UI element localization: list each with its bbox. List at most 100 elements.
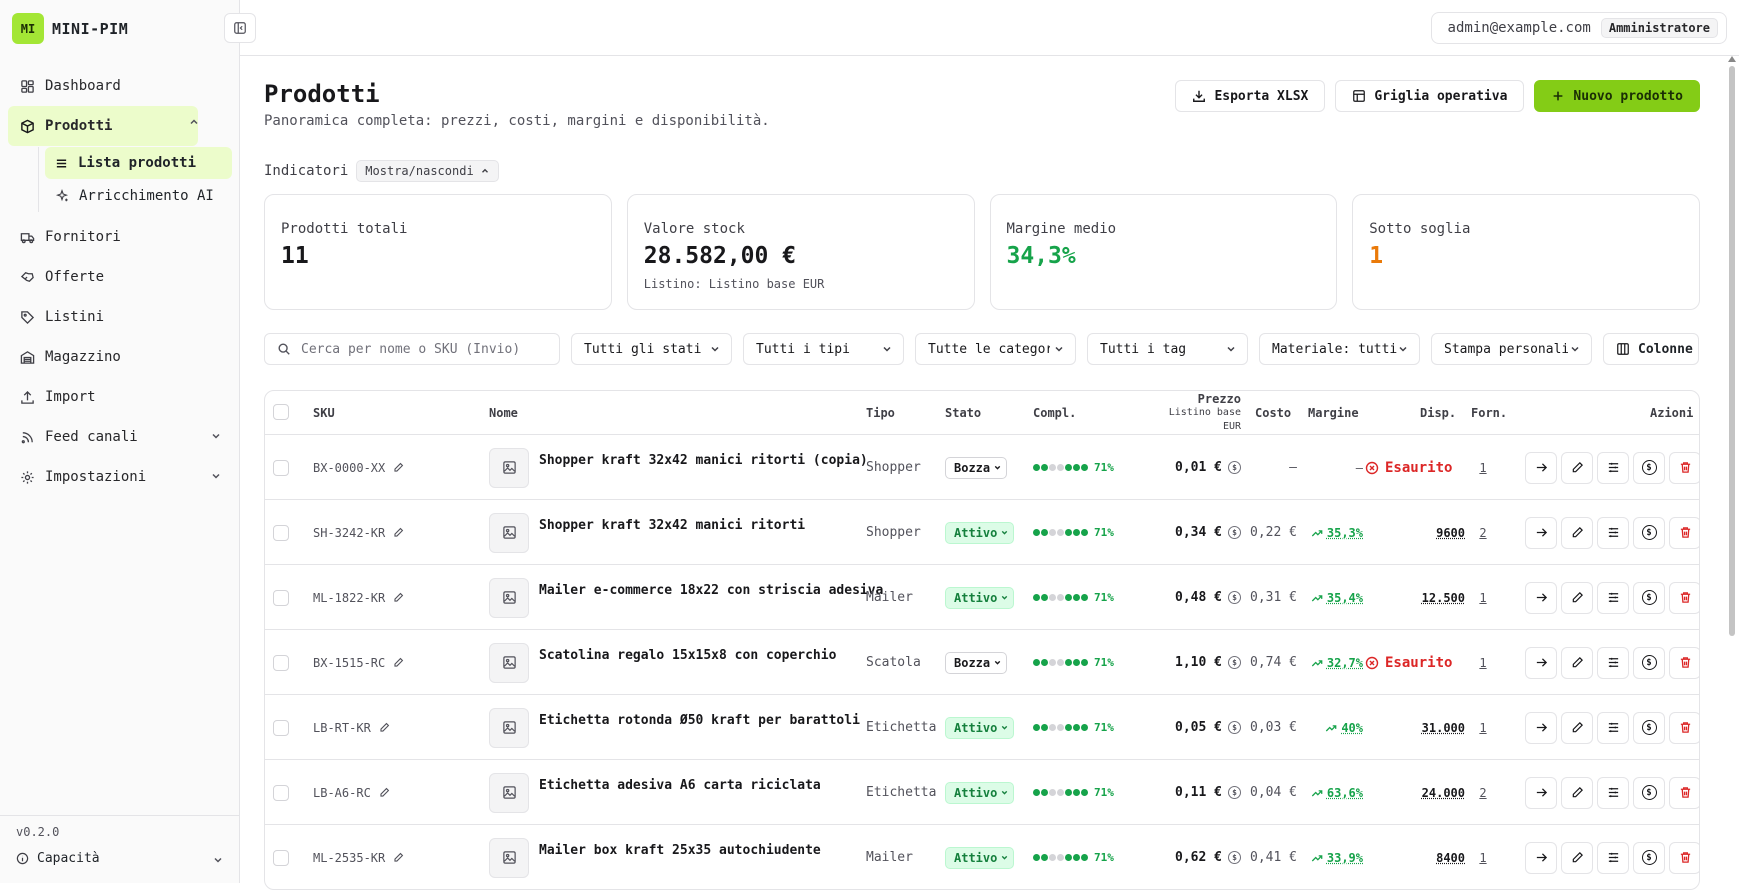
capacity-toggle[interactable]: Capacità <box>16 851 224 866</box>
row-checkbox[interactable] <box>273 630 289 695</box>
status-badge[interactable]: Attivo <box>945 522 1014 544</box>
suppliers-count[interactable]: 2 <box>1471 500 1495 565</box>
sidebar-item-feed-canali[interactable]: Feed canali <box>8 417 232 457</box>
row-checkbox[interactable] <box>273 695 289 760</box>
col-header-sku[interactable]: SKU <box>313 406 335 420</box>
pencil-icon[interactable] <box>393 462 404 473</box>
row-checkbox[interactable] <box>273 760 289 825</box>
open-button[interactable] <box>1525 712 1557 744</box>
status-badge[interactable]: Bozza <box>945 457 1007 479</box>
product-name[interactable]: Etichetta rotonda Ø50 kraft per barattol… <box>539 688 860 753</box>
open-button[interactable] <box>1525 517 1557 549</box>
sidebar-item-dashboard[interactable]: Dashboard <box>8 66 232 106</box>
product-thumbnail[interactable] <box>489 630 529 695</box>
pricing-button[interactable]: $ <box>1633 842 1665 874</box>
pencil-icon[interactable] <box>379 787 390 798</box>
delete-button[interactable] <box>1669 582 1700 614</box>
indicators-toggle[interactable]: Mostra/nascondi <box>356 160 498 182</box>
pencil-icon[interactable] <box>393 592 404 603</box>
delete-button[interactable] <box>1669 452 1700 484</box>
columns-button[interactable]: Colonne <box>1603 333 1699 365</box>
sidebar-collapse-button[interactable] <box>224 13 256 43</box>
table-row[interactable]: LB-RT-KR Etichetta rotonda Ø50 kraft per… <box>265 695 1699 760</box>
new-product-button[interactable]: Nuovo prodotto <box>1534 80 1700 112</box>
variants-button[interactable] <box>1597 842 1629 874</box>
product-thumbnail[interactable] <box>489 695 529 760</box>
status-badge[interactable]: Attivo <box>945 587 1014 609</box>
row-checkbox[interactable] <box>273 435 289 500</box>
margin-value[interactable]: 33,9% <box>1327 851 1363 865</box>
suppliers-count[interactable]: 1 <box>1471 825 1495 890</box>
suppliers-count[interactable]: 1 <box>1471 630 1495 695</box>
open-button[interactable] <box>1525 777 1557 809</box>
chevron-down-icon[interactable] <box>210 430 222 442</box>
pricing-button[interactable]: $ <box>1633 777 1665 809</box>
pricing-button[interactable]: $ <box>1633 452 1665 484</box>
stock-value[interactable]: 9600 <box>1436 526 1465 540</box>
edit-button[interactable] <box>1561 517 1593 549</box>
sidebar-subitem-arricchimento-ai[interactable]: Arricchimento AI <box>45 180 232 212</box>
product-thumbnail[interactable] <box>489 500 529 565</box>
open-button[interactable] <box>1525 582 1557 614</box>
scrollbar-thumb[interactable] <box>1729 66 1735 636</box>
edit-button[interactable] <box>1561 712 1593 744</box>
sidebar-item-offerte[interactable]: Offerte <box>8 257 232 297</box>
product-name[interactable]: Scatolina regalo 15x15x8 con coperchio <box>539 623 836 688</box>
table-row[interactable]: LB-A6-RC Etichetta adesiva A6 carta rici… <box>265 760 1699 825</box>
user-menu[interactable]: admin@example.com Amministratore <box>1431 12 1727 44</box>
variants-button[interactable] <box>1597 582 1629 614</box>
product-name[interactable]: Shopper kraft 32x42 manici ritorti (copi… <box>539 428 868 493</box>
edit-button[interactable] <box>1561 842 1593 874</box>
type-filter-select[interactable]: Tutti i tipi <box>743 333 904 365</box>
stock-value[interactable]: 31.000 <box>1422 721 1465 735</box>
col-header-costo[interactable]: Costo <box>1255 406 1291 420</box>
category-filter-select[interactable]: Tutte le categorie <box>915 333 1076 365</box>
tag-filter-select[interactable]: Tutti i tag <box>1087 333 1248 365</box>
delete-button[interactable] <box>1669 647 1700 679</box>
material-filter-select[interactable]: Materiale: tutti <box>1259 333 1420 365</box>
sidebar-item-prodotti[interactable]: Prodotti <box>8 106 198 146</box>
stock-value[interactable]: 24.000 <box>1422 786 1465 800</box>
status-badge[interactable]: Bozza <box>945 652 1007 674</box>
pencil-icon[interactable] <box>393 527 404 538</box>
delete-button[interactable] <box>1669 777 1700 809</box>
product-name[interactable]: Mailer box kraft 25x35 autochiudente <box>539 818 821 883</box>
col-header-prezzo[interactable]: Prezzo Listino base EUR <box>1145 392 1241 434</box>
col-header-stato[interactable]: Stato <box>945 406 981 420</box>
sidebar-item-fornitori[interactable]: Fornitori <box>8 217 232 257</box>
col-header-tipo[interactable]: Tipo <box>866 406 895 420</box>
variants-button[interactable] <box>1597 452 1629 484</box>
operational-grid-button[interactable]: Griglia operativa <box>1335 80 1524 112</box>
open-button[interactable] <box>1525 452 1557 484</box>
margin-value[interactable]: 63,6% <box>1327 786 1363 800</box>
search-input[interactable]: Cerca per nome o SKU (Invio) <box>264 333 560 365</box>
product-thumbnail[interactable] <box>489 435 529 500</box>
product-name[interactable]: Shopper kraft 32x42 manici ritorti <box>539 493 805 558</box>
edit-button[interactable] <box>1561 647 1593 679</box>
sidebar-subitem-lista-prodotti[interactable]: Lista prodotti <box>45 147 232 179</box>
scroll-up-icon[interactable] <box>1728 56 1736 62</box>
edit-button[interactable] <box>1561 777 1593 809</box>
col-header-forn[interactable]: Forn. <box>1471 406 1507 420</box>
export-xlsx-button[interactable]: Esporta XLSX <box>1175 80 1325 112</box>
stock-value[interactable]: 12.500 <box>1422 591 1465 605</box>
stock-value[interactable]: 8400 <box>1436 851 1465 865</box>
variants-button[interactable] <box>1597 647 1629 679</box>
table-row[interactable]: SH-3242-KR Shopper kraft 32x42 manici ri… <box>265 500 1699 565</box>
edit-button[interactable] <box>1561 452 1593 484</box>
suppliers-count[interactable]: 1 <box>1471 695 1495 760</box>
pricing-button[interactable]: $ <box>1633 712 1665 744</box>
col-header-disp[interactable]: Disp. <box>1420 406 1456 420</box>
chevron-up-icon[interactable] <box>188 116 200 128</box>
margin-value[interactable]: 32,7% <box>1327 656 1363 670</box>
margin-value[interactable]: 35,4% <box>1327 591 1363 605</box>
table-row[interactable]: BX-0000-XX Shopper kraft 32x42 manici ri… <box>265 435 1699 500</box>
pencil-icon[interactable] <box>393 852 404 863</box>
page-scrollbar[interactable] <box>1727 56 1737 883</box>
variants-button[interactable] <box>1597 712 1629 744</box>
suppliers-count[interactable]: 1 <box>1471 435 1495 500</box>
open-button[interactable] <box>1525 842 1557 874</box>
open-button[interactable] <box>1525 647 1557 679</box>
pencil-icon[interactable] <box>393 657 404 668</box>
print-filter-select[interactable]: Stampa personalizzata <box>1431 333 1592 365</box>
